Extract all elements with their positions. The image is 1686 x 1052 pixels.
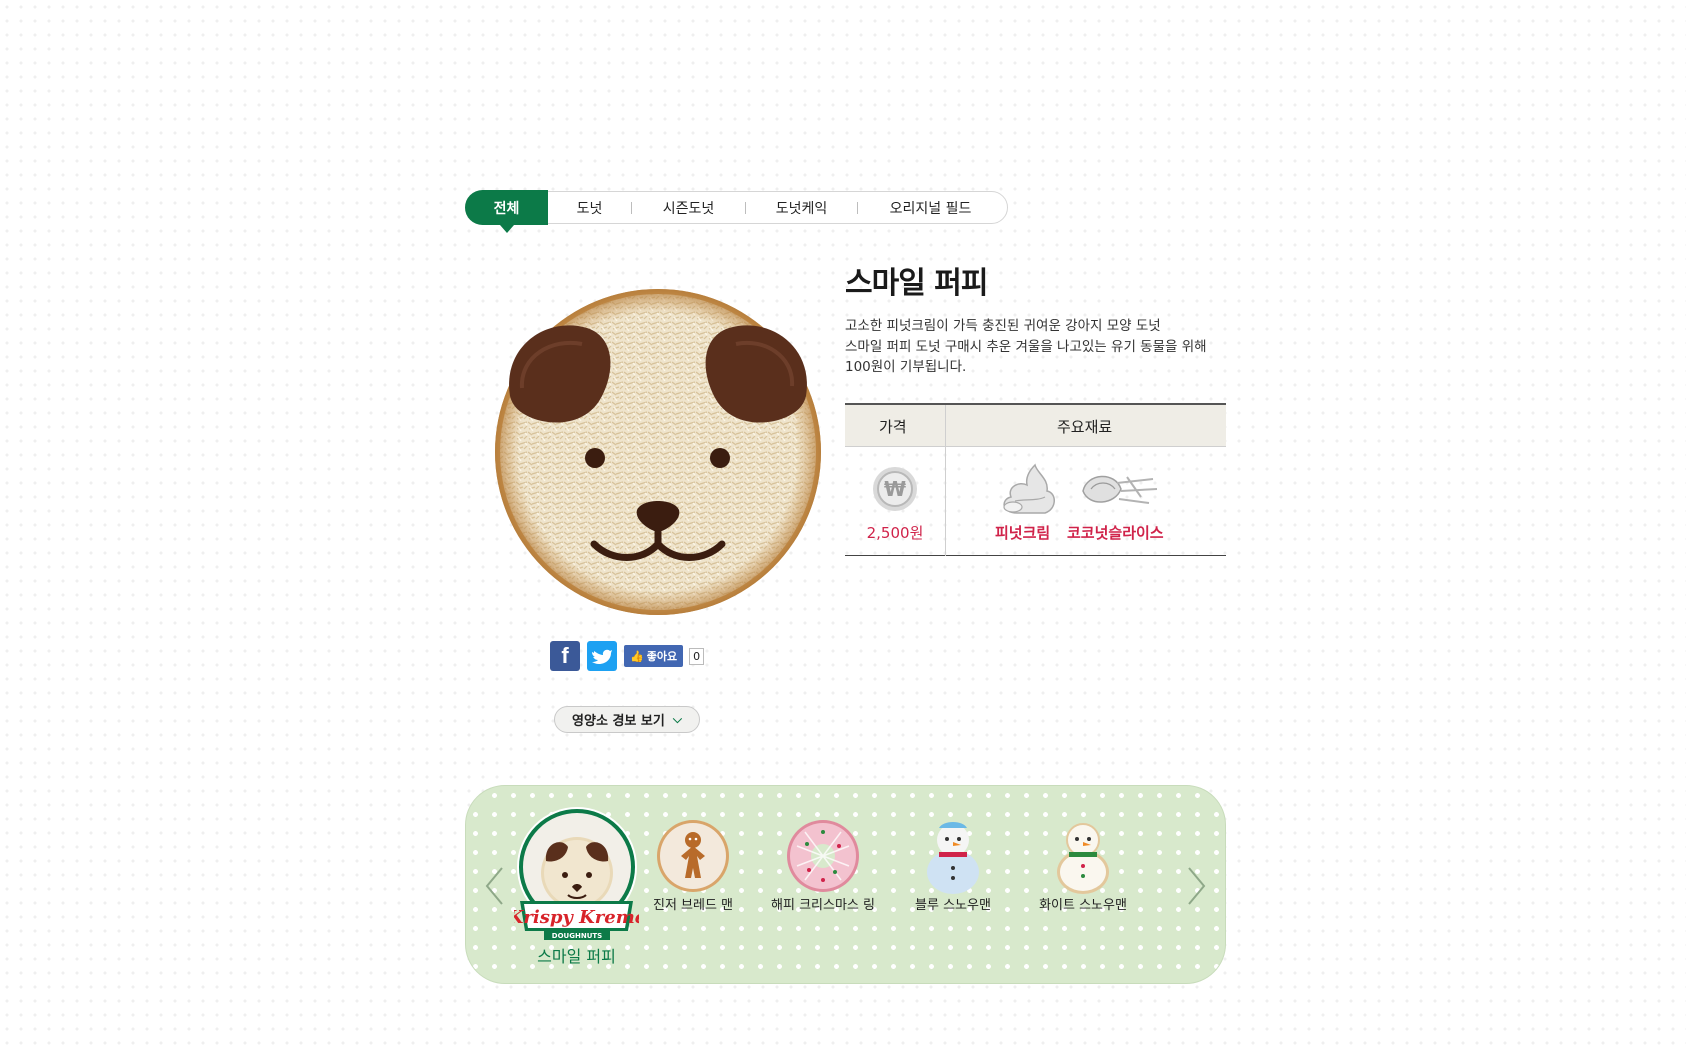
carousel-item-label: 해피 크리스마스 링 bbox=[771, 898, 875, 913]
product-carousel: Krispy Kreme DOUGHNUTS 스마일 퍼피 진저 브레드 맨 해… bbox=[465, 785, 1226, 984]
carousel-item[interactable]: 해피 크리스마스 링 bbox=[763, 816, 883, 913]
carousel-item[interactable]: 화이트 스노우맨 bbox=[1023, 816, 1143, 913]
tab-donut-cake[interactable]: 도넛케익 bbox=[746, 192, 857, 223]
product-image bbox=[492, 286, 824, 618]
carousel-item[interactable]: 진저 브레드 맨 bbox=[633, 816, 753, 913]
nutrition-info-button[interactable]: 영양소 경보 보기 ⌵ bbox=[554, 706, 700, 733]
tab-all[interactable]: 전체 bbox=[465, 190, 548, 233]
gingerbread-donut-thumbnail bbox=[657, 820, 729, 892]
price-value: 2,500원 bbox=[866, 524, 924, 542]
like-count: 0 bbox=[689, 647, 705, 665]
description-line: 고소한 피넛크림이 가득 충진된 귀여운 강아지 모양 도넛 bbox=[845, 318, 1161, 334]
carousel-item-label: 진저 브레드 맨 bbox=[652, 898, 734, 913]
nutrition-button-label: 영양소 경보 보기 bbox=[572, 714, 665, 729]
description-line: 100원이 기부됩니다. bbox=[845, 359, 967, 375]
brand-logo-subtext: DOUGHNUTS bbox=[552, 932, 602, 940]
peanut-cream-icon bbox=[1003, 463, 1055, 514]
ingredient-label: 피넛크림 bbox=[995, 524, 1051, 542]
carousel-item[interactable]: 블루 스노우맨 bbox=[893, 816, 1013, 913]
christmas-ring-donut-thumbnail bbox=[787, 820, 859, 892]
product-title: 스마일 퍼피 bbox=[845, 266, 988, 301]
carousel-next-arrow-icon[interactable] bbox=[1187, 866, 1207, 906]
carousel-item-label: 블루 스노우맨 bbox=[915, 898, 991, 913]
ingredients-header: 주요재료 bbox=[1057, 418, 1113, 436]
blue-snowman-donut-thumbnail bbox=[927, 822, 979, 894]
product-description: 고소한 피넛크림이 가득 충진된 귀여운 강아지 모양 도넛 스마일 퍼피 도넛… bbox=[845, 316, 1230, 378]
carousel-prev-arrow-icon[interactable] bbox=[484, 866, 504, 906]
category-tabs: 전체 도넛 시즌도넛 도넛케익 오리지널 필드 bbox=[465, 190, 1008, 233]
chevron-down-icon: ⌵ bbox=[672, 712, 682, 726]
tab-original-filled[interactable]: 오리지널 필드 bbox=[858, 192, 1003, 223]
product-info-table: 가격 주요재료 ₩ 2,500원 피넛크림 코코넛슬라이스 bbox=[845, 403, 1226, 556]
twitter-bird-icon bbox=[592, 649, 612, 664]
white-snowman-donut-thumbnail bbox=[1057, 823, 1109, 894]
social-share-bar: f 👍 좋아요 0 bbox=[550, 641, 705, 671]
tab-donut[interactable]: 도넛 bbox=[548, 192, 631, 223]
price-header: 가격 bbox=[879, 418, 907, 436]
description-line: 스마일 퍼피 도넛 구매시 추운 겨울을 나고있는 유기 동물을 위해 bbox=[845, 338, 1207, 355]
tab-season-donut[interactable]: 시즌도넛 bbox=[632, 192, 745, 223]
like-button[interactable]: 👍 좋아요 bbox=[624, 645, 684, 667]
facebook-share-button[interactable]: f bbox=[550, 641, 580, 671]
twitter-share-button[interactable] bbox=[587, 641, 617, 671]
column-divider bbox=[945, 405, 946, 556]
carousel-item-label: 화이트 스노우맨 bbox=[1039, 898, 1127, 913]
brand-logo-text: Krispy Kreme bbox=[514, 907, 639, 928]
thumbs-up-icon: 👍 bbox=[630, 649, 644, 663]
like-label: 좋아요 bbox=[646, 650, 678, 663]
ingredient-label: 코코넛슬라이스 bbox=[1067, 524, 1164, 542]
coconut-slice-icon bbox=[1082, 475, 1158, 504]
table-header: 가격 주요재료 bbox=[845, 405, 1226, 447]
won-coin-icon: ₩ bbox=[873, 467, 917, 511]
svg-text:₩: ₩ bbox=[884, 477, 906, 501]
carousel-item-label: 스마일 퍼피 bbox=[537, 947, 616, 966]
carousel-item-selected[interactable]: Krispy Kreme DOUGHNUTS 스마일 퍼피 bbox=[507, 803, 646, 969]
